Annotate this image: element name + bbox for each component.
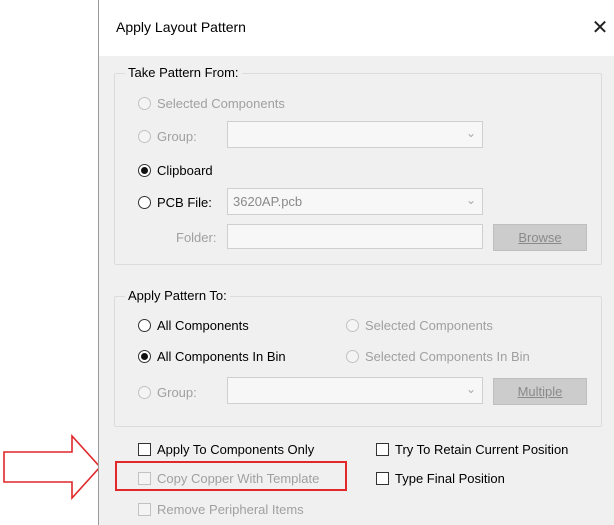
apply-layout-pattern-dialog: Apply Layout Pattern ✕ Take Pattern From… <box>98 0 614 525</box>
multiple-button[interactable]: Multiple <box>493 378 587 405</box>
chevron-down-icon: ⌄ <box>465 126 476 140</box>
clipboard-label: Clipboard <box>157 163 213 178</box>
pcb-file-value: 3620AP.pcb <box>233 194 303 209</box>
take-group-dropdown[interactable]: ⌄ <box>227 121 483 148</box>
all-components-label: All Components <box>157 318 249 333</box>
all-components-radio[interactable] <box>138 319 151 332</box>
take-pattern-from-legend: Take Pattern From: <box>125 65 242 80</box>
chevron-down-icon: ⌄ <box>465 193 476 207</box>
selected-components-in-bin-label: Selected Components In Bin <box>365 349 530 364</box>
try-to-retain-current-position-checkbox[interactable] <box>376 443 389 456</box>
take-group-radio[interactable] <box>138 130 151 143</box>
chevron-down-icon: ⌄ <box>465 382 476 396</box>
apply-to-components-only-label: Apply To Components Only <box>157 442 315 457</box>
remove-peripheral-items-checkbox[interactable] <box>138 503 151 516</box>
take-selected-components-radio[interactable] <box>138 97 151 110</box>
pcb-file-radio[interactable] <box>138 196 151 209</box>
type-final-position-label: Type Final Position <box>395 471 505 486</box>
apply-selected-components-label: Selected Components <box>365 318 493 333</box>
folder-label: Folder: <box>176 230 217 245</box>
type-final-position-checkbox[interactable] <box>376 472 389 485</box>
all-components-in-bin-label: All Components In Bin <box>157 349 286 364</box>
multiple-button-label: Multiple <box>517 384 563 399</box>
take-group-label: Group: <box>157 129 197 144</box>
all-components-in-bin-radio[interactable] <box>138 350 151 363</box>
annotation-highlight-box <box>115 461 347 491</box>
apply-group-label: Group: <box>157 385 197 400</box>
title-bar: Apply Layout Pattern ✕ <box>99 0 614 56</box>
browse-button-label: Browse <box>518 230 562 245</box>
try-to-retain-current-position-label: Try To Retain Current Position <box>395 442 569 457</box>
selected-components-in-bin-radio[interactable] <box>346 350 359 363</box>
close-icon[interactable]: ✕ <box>585 10 614 46</box>
pcb-file-label: PCB File: <box>157 195 212 210</box>
take-selected-components-label: Selected Components <box>157 96 285 111</box>
dialog-title: Apply Layout Pattern <box>116 19 246 35</box>
apply-selected-components-radio[interactable] <box>346 319 359 332</box>
apply-group-dropdown[interactable]: ⌄ <box>227 377 483 404</box>
apply-pattern-to-legend: Apply Pattern To: <box>125 288 230 303</box>
apply-to-components-only-checkbox[interactable] <box>138 443 151 456</box>
browse-button[interactable]: Browse <box>493 224 587 251</box>
remove-peripheral-items-label: Remove Peripheral Items <box>157 502 304 517</box>
annotation-arrow-icon <box>3 434 102 500</box>
pcb-file-dropdown[interactable]: 3620AP.pcb ⌄ <box>227 188 483 215</box>
apply-group-radio[interactable] <box>138 386 151 399</box>
folder-input[interactable] <box>227 224 483 249</box>
clipboard-radio[interactable] <box>138 164 151 177</box>
